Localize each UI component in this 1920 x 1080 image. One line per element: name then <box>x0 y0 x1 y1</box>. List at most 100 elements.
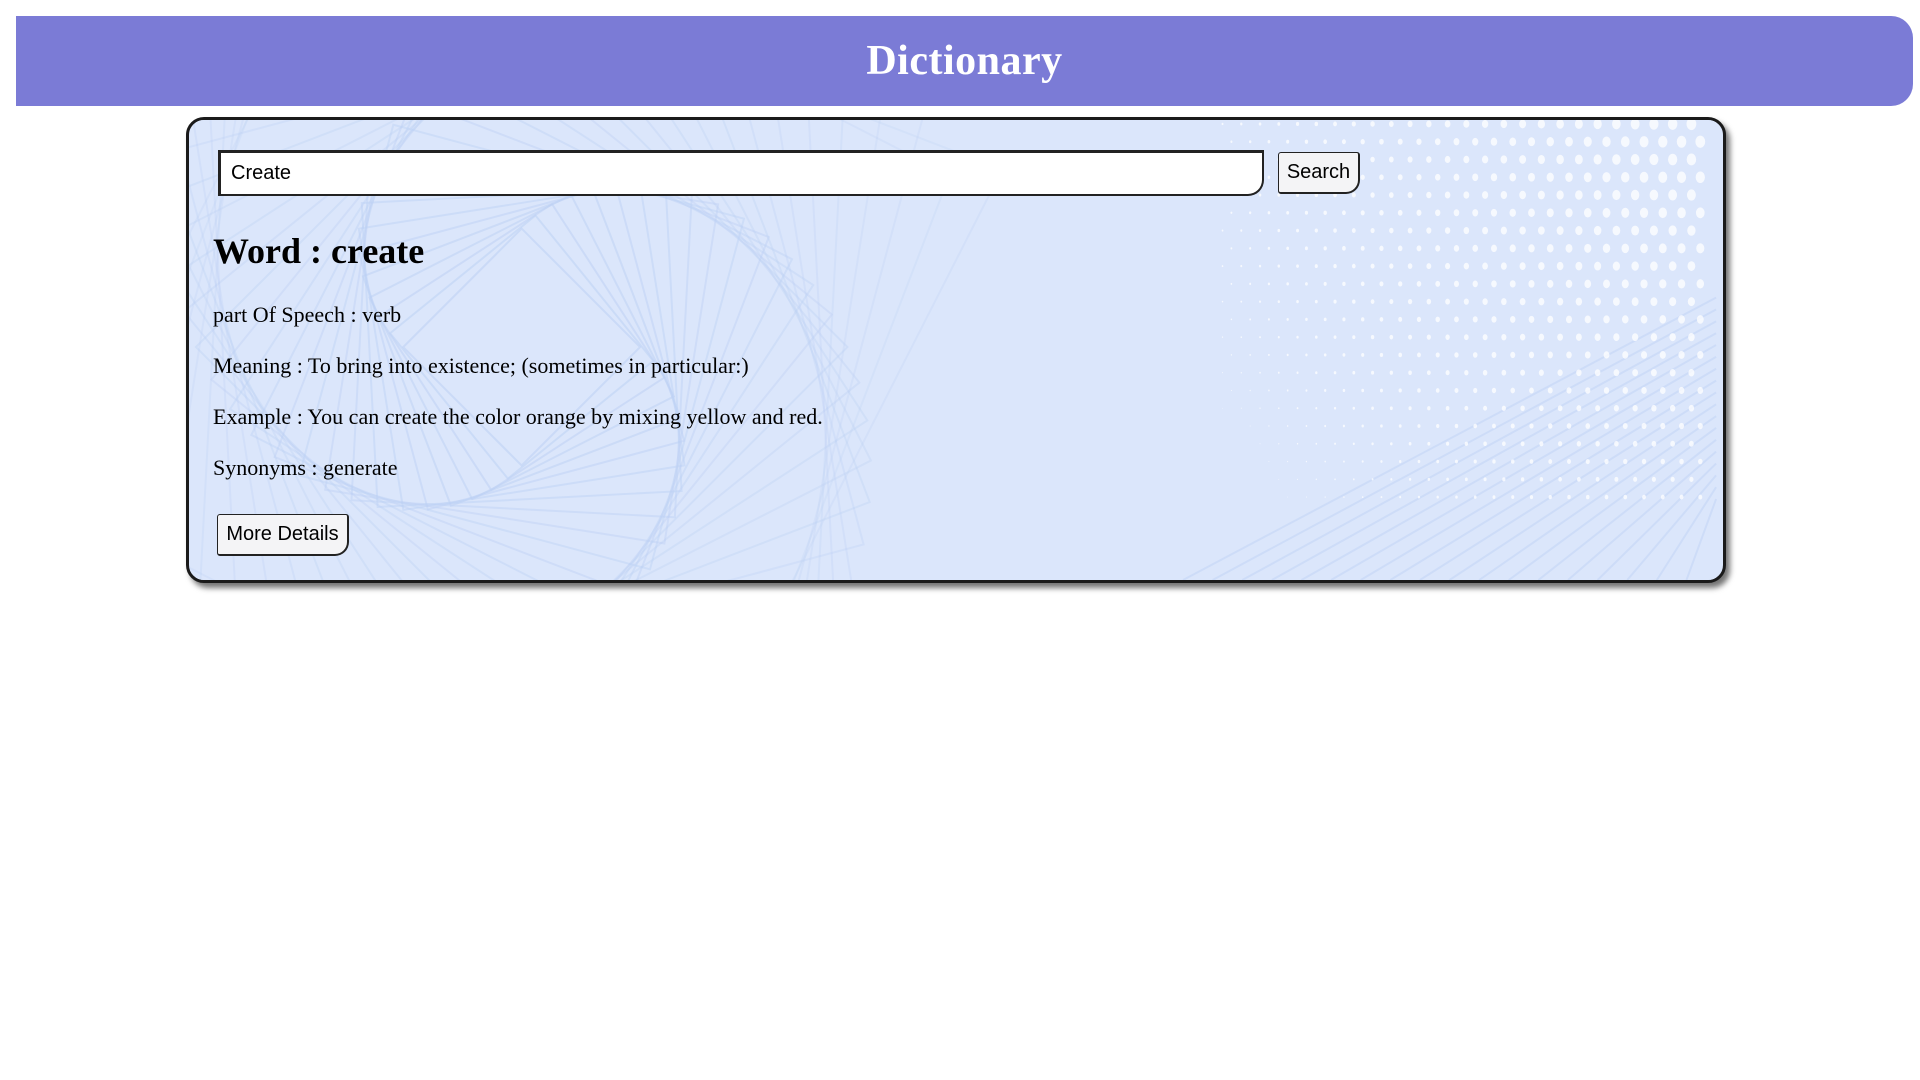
pattern-dot <box>1472 209 1479 217</box>
pattern-dot <box>1678 386 1685 395</box>
pattern-dot <box>1528 208 1535 218</box>
word-heading: Word : create <box>213 231 425 271</box>
pattern-dot <box>1529 423 1534 429</box>
pattern-dot <box>1323 139 1328 145</box>
pattern-dot <box>1268 353 1270 357</box>
pattern-dot <box>1286 246 1290 251</box>
pattern-dot <box>1651 440 1657 447</box>
pattern-dot <box>1464 370 1469 376</box>
pattern-dot <box>1623 458 1628 465</box>
pattern-dot <box>1640 351 1648 359</box>
pattern-dot <box>1408 406 1412 411</box>
pattern-dot <box>1258 193 1262 197</box>
pattern-dot <box>1426 191 1432 199</box>
pattern-dot <box>1537 154 1545 165</box>
pattern-dot <box>1548 459 1553 464</box>
pattern-dot <box>1230 318 1233 321</box>
pattern-dot <box>1566 423 1572 429</box>
pattern-dot <box>1585 494 1590 500</box>
pattern-dot <box>1427 406 1431 411</box>
pattern-dot <box>1492 495 1496 499</box>
more-details-button[interactable]: More Details <box>217 514 349 556</box>
pattern-dot <box>1388 156 1394 163</box>
pattern-dot <box>1240 371 1242 374</box>
pattern-dot <box>1360 174 1365 180</box>
pattern-dot <box>1352 442 1355 446</box>
pattern-dot <box>1519 262 1526 270</box>
pattern-dot <box>1371 478 1374 481</box>
pattern-dot <box>1556 226 1564 235</box>
pattern-dot <box>1472 244 1479 252</box>
pattern-dot <box>1240 336 1243 339</box>
example-label: Example <box>213 404 292 429</box>
pattern-dot <box>1221 229 1224 232</box>
pattern-dot <box>1454 352 1459 358</box>
pattern-dot <box>1537 190 1545 200</box>
pattern-dot <box>1584 351 1591 359</box>
pattern-dot <box>1519 333 1526 341</box>
pattern-dot <box>1230 140 1233 144</box>
pattern-dot <box>1584 279 1592 289</box>
pattern-dot <box>1240 407 1242 409</box>
pattern-dot <box>1623 494 1628 500</box>
pattern-dot <box>1698 458 1703 465</box>
search-input[interactable] <box>218 150 1264 196</box>
pattern-dot <box>1695 135 1706 148</box>
synonyms-line: Synonyms : generate <box>213 455 398 480</box>
pattern-dot <box>1537 226 1545 235</box>
pattern-dot <box>1529 459 1534 464</box>
pattern-dot <box>1676 135 1687 148</box>
pattern-dot <box>1446 477 1449 482</box>
pattern-dot <box>1472 173 1479 182</box>
pattern-dot <box>1351 121 1356 127</box>
pattern-dot <box>1454 316 1459 323</box>
pattern-dot <box>1286 389 1289 392</box>
pattern-dot <box>1501 369 1507 376</box>
pattern-dot <box>1696 279 1705 289</box>
pattern-dot <box>1639 207 1649 218</box>
pattern-dot <box>1491 244 1497 253</box>
pattern-dot <box>1612 261 1621 271</box>
pattern-dot <box>1267 318 1270 321</box>
pattern-dot <box>1502 477 1506 482</box>
pattern-dot <box>1520 369 1526 376</box>
pattern-dot <box>1519 155 1527 164</box>
pattern-dot <box>1630 154 1640 165</box>
pattern-dot <box>1576 369 1582 377</box>
pattern-dot <box>1278 478 1280 480</box>
pattern-dot <box>1435 316 1440 323</box>
pattern-dot <box>1547 279 1554 288</box>
pattern-dot <box>1444 155 1451 164</box>
pattern-dot <box>1576 476 1581 482</box>
pattern-dot <box>1464 477 1468 482</box>
pattern-dot <box>1501 298 1507 306</box>
pattern-dot <box>1342 424 1346 428</box>
pattern-dot <box>1546 137 1554 147</box>
pattern-dot <box>1527 172 1535 182</box>
pattern-dot <box>1584 243 1592 253</box>
pattern-dot <box>1342 281 1346 286</box>
pattern-dot <box>1296 442 1299 445</box>
pattern-dot <box>1558 477 1562 482</box>
pattern-dot <box>1221 300 1224 303</box>
pattern-dot <box>1676 171 1687 183</box>
pattern-dot <box>1660 422 1666 430</box>
pattern-dot <box>1481 120 1489 128</box>
pattern-dot <box>1622 351 1629 359</box>
pattern-dot <box>1334 442 1336 445</box>
pattern-dot <box>1668 225 1677 236</box>
pattern-dot <box>1342 353 1346 357</box>
pattern-dot <box>1397 138 1403 145</box>
pattern-dot <box>1473 459 1477 464</box>
pattern-dot <box>1453 244 1460 252</box>
pattern-dot <box>1407 227 1413 234</box>
pattern-dot <box>1427 441 1431 446</box>
pattern-dot <box>1539 477 1544 482</box>
pattern-dot <box>1434 173 1441 181</box>
pattern-dot <box>1342 317 1346 322</box>
pattern-dot <box>1324 460 1326 463</box>
pattern-dot <box>1613 297 1620 306</box>
pattern-dot <box>1398 460 1402 464</box>
search-button[interactable]: Search <box>1278 152 1360 194</box>
pattern-dot <box>1603 387 1610 394</box>
